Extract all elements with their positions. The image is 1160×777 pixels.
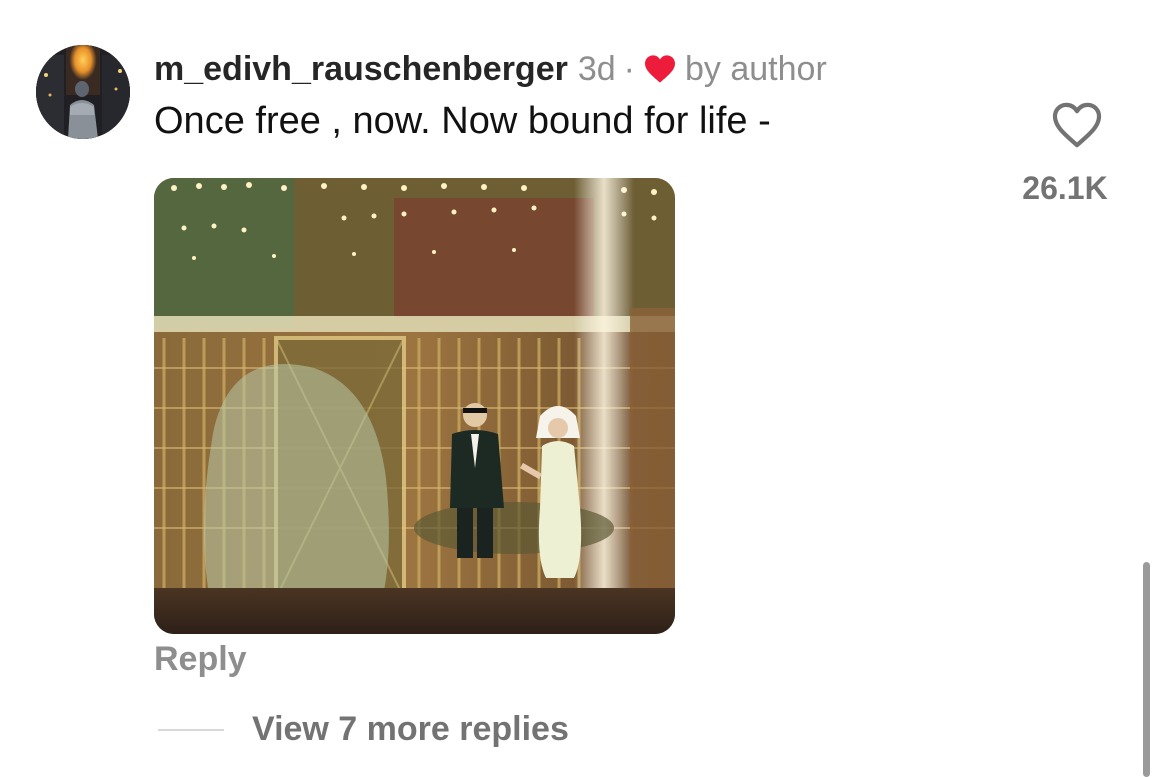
author-badge: by author — [685, 49, 827, 88]
comment-timestamp: 3d — [577, 49, 616, 88]
scrollbar[interactable] — [1143, 562, 1150, 777]
meta-separator: · — [623, 49, 635, 88]
comment-meta: m_edivh_rauschenberger 3d · by author — [154, 46, 827, 92]
heart-outline-icon[interactable] — [1052, 102, 1102, 148]
view-more-replies-button[interactable]: View 7 more replies — [252, 710, 569, 749]
comment-screen: m_edivh_rauschenberger 3d · by author On… — [0, 0, 1160, 777]
replies-divider — [158, 729, 224, 731]
comment-text: Once free , now. Now bound for life - — [154, 100, 771, 142]
photo-image — [154, 178, 675, 634]
username-link[interactable]: m_edivh_rauschenberger — [154, 50, 568, 89]
avatar[interactable] — [36, 45, 130, 139]
like-count: 26.1K — [1022, 170, 1108, 206]
avatar-image — [36, 45, 130, 139]
heart-filled-icon — [643, 54, 677, 84]
comment-photo[interactable] — [154, 178, 675, 634]
reply-button[interactable]: Reply — [154, 640, 247, 679]
